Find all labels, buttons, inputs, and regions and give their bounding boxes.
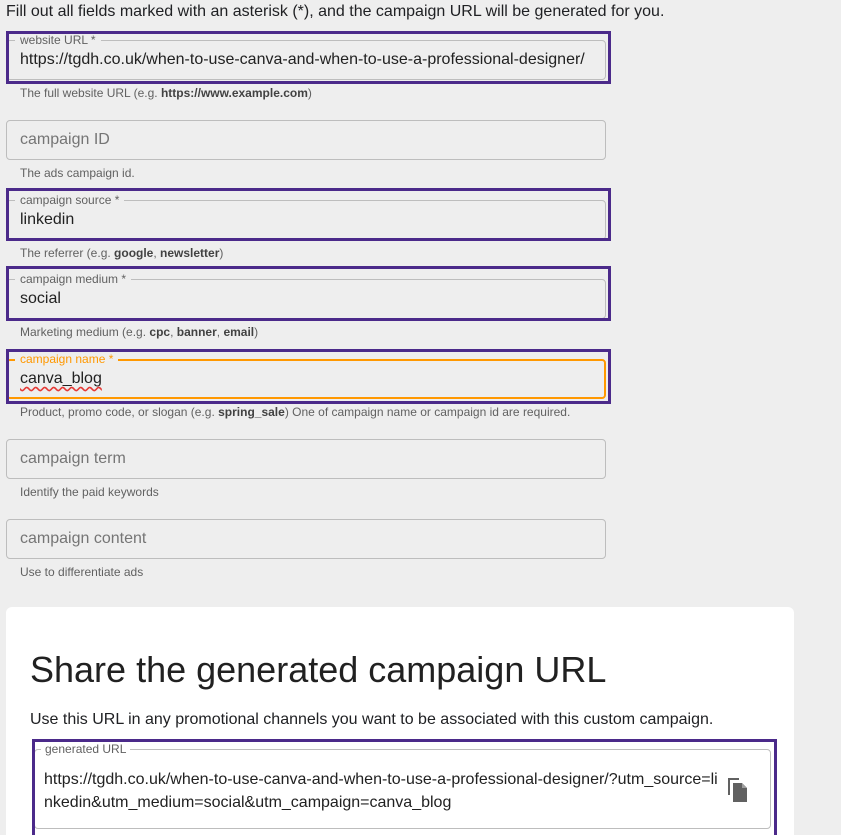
- share-description: Use this URL in any promotional channels…: [30, 711, 714, 728]
- campaign-medium-label: campaign medium *: [15, 271, 132, 287]
- campaign-term-placeholder: campaign term: [20, 450, 126, 467]
- campaign-source-helper: The referrer (e.g. google, newsletter): [20, 246, 224, 260]
- campaign-source-value: linkedin: [20, 211, 75, 228]
- share-card: Share the generated campaign URL Use thi…: [6, 607, 794, 835]
- generated-url-label: generated URL: [41, 741, 131, 757]
- campaign-id-placeholder: campaign ID: [20, 131, 110, 148]
- campaign-term-field[interactable]: campaign term: [6, 439, 606, 479]
- generated-url-value: https://tgdh.co.uk/when-to-use-canva-and…: [44, 771, 718, 811]
- website-url-field[interactable]: website URL * https://tgdh.co.uk/when-to…: [6, 32, 606, 80]
- share-title: Share the generated campaign URL: [30, 649, 607, 690]
- website-url-helper: The full website URL (e.g. https://www.e…: [20, 86, 312, 100]
- website-url-value: https://tgdh.co.uk/when-to-use-canva-and…: [20, 51, 585, 68]
- campaign-id-helper: The ads campaign id.: [20, 166, 135, 180]
- campaign-content-field[interactable]: campaign content: [6, 519, 606, 559]
- intro-text: Fill out all fields marked with an aster…: [6, 3, 665, 20]
- campaign-name-label: campaign name *: [15, 351, 119, 367]
- campaign-id-field[interactable]: campaign ID: [6, 120, 606, 160]
- campaign-content-helper: Use to differentiate ads: [20, 565, 144, 579]
- campaign-term-helper: Identify the paid keywords: [20, 485, 159, 499]
- campaign-name-helper: Product, promo code, or slogan (e.g. spr…: [20, 405, 571, 419]
- copy-icon[interactable]: [725, 776, 749, 804]
- campaign-name-field[interactable]: campaign name * canva_blog: [6, 351, 606, 399]
- campaign-source-label: campaign source *: [15, 192, 125, 208]
- campaign-medium-field[interactable]: campaign medium * social: [6, 271, 606, 319]
- campaign-source-field[interactable]: campaign source * linkedin: [6, 192, 606, 240]
- website-url-label: website URL *: [15, 32, 101, 48]
- campaign-medium-helper: Marketing medium (e.g. cpc, banner, emai…: [20, 325, 259, 339]
- generated-url-field[interactable]: generated URL https://tgdh.co.uk/when-to…: [34, 741, 771, 829]
- campaign-medium-value: social: [20, 290, 61, 307]
- campaign-content-placeholder: campaign content: [20, 530, 147, 547]
- campaign-name-value: canva_blog: [20, 370, 102, 387]
